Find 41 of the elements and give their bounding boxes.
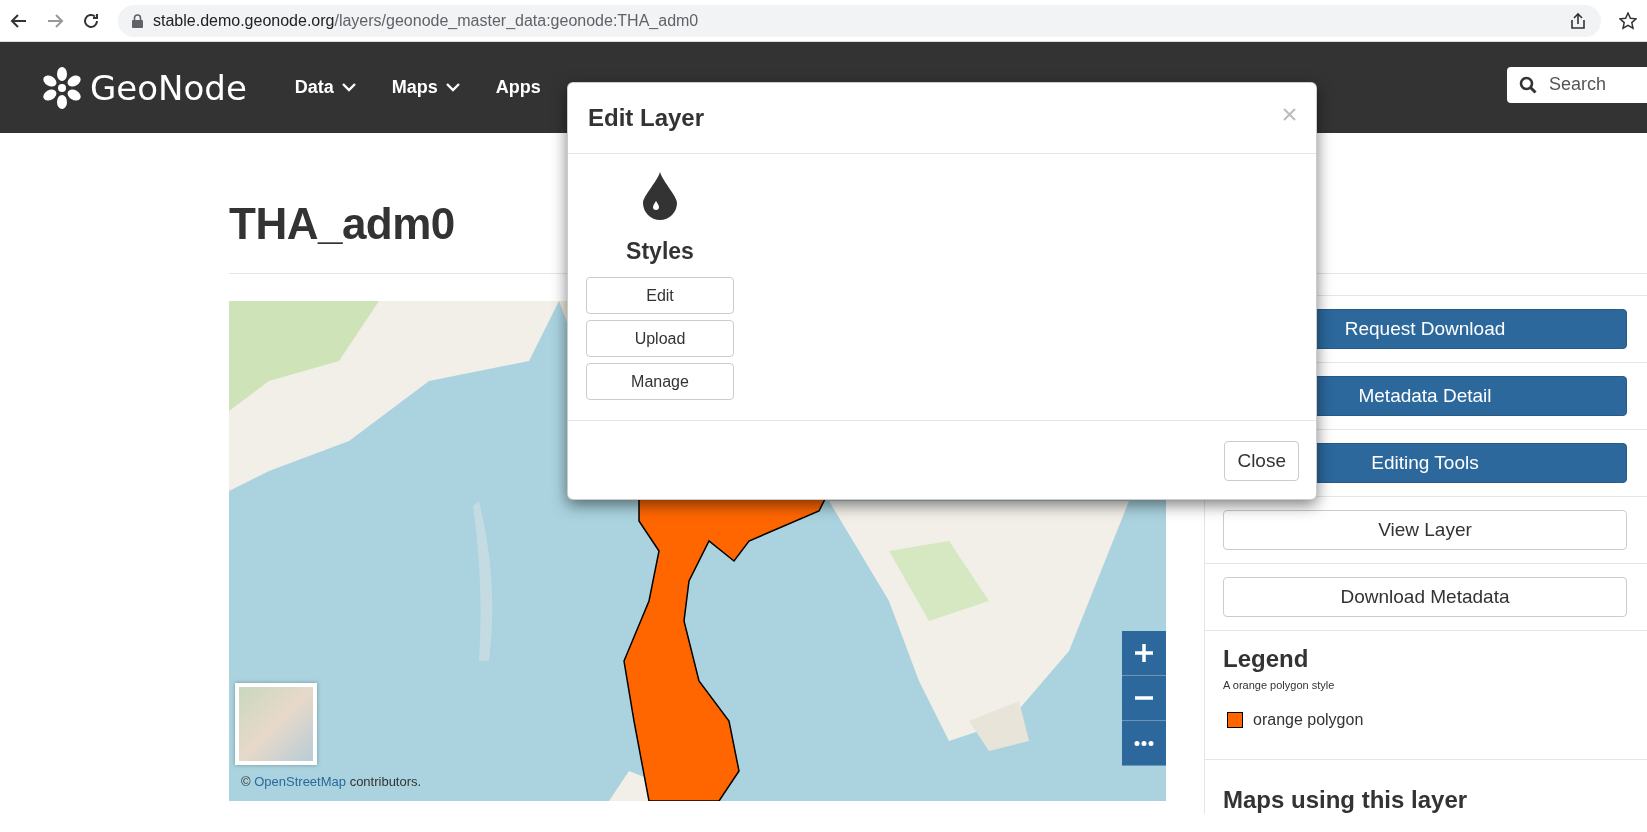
search-field[interactable]: Search bbox=[1507, 66, 1647, 103]
more-icon bbox=[1134, 740, 1154, 746]
star-icon[interactable] bbox=[1619, 11, 1637, 30]
reload-icon[interactable] bbox=[82, 11, 100, 30]
caret-icon bbox=[445, 83, 460, 92]
legend-subtitle: A orange polygon style bbox=[1223, 679, 1336, 691]
share-icon[interactable] bbox=[1569, 11, 1587, 30]
legend-heading: Legend bbox=[1223, 645, 1310, 673]
section-heading: Maps using this layer bbox=[1223, 786, 1469, 814]
url-host: stable.demo.geonode.org bbox=[153, 11, 335, 30]
plus-icon bbox=[1134, 643, 1154, 663]
zoom-in-button[interactable] bbox=[1122, 631, 1166, 676]
search-icon bbox=[1519, 75, 1537, 94]
map-attribution: © OpenStreetMap contributors. bbox=[241, 774, 422, 789]
zoom-out-button[interactable] bbox=[1122, 676, 1166, 721]
forward-icon[interactable] bbox=[46, 11, 64, 30]
caret-icon bbox=[341, 83, 356, 92]
minus-icon bbox=[1134, 696, 1154, 700]
action-button[interactable]: Download Metadata bbox=[1223, 577, 1627, 617]
page-title: THA_adm0 bbox=[229, 199, 455, 249]
nav-menu[interactable]: Data bbox=[276, 77, 374, 98]
style-button[interactable]: Edit bbox=[586, 277, 734, 314]
dialog-title: Edit Layer bbox=[588, 104, 705, 132]
style-button[interactable]: Upload bbox=[586, 320, 734, 357]
back-icon[interactable] bbox=[10, 11, 28, 30]
openstreetmap-link[interactable]: OpenStreetMap bbox=[254, 774, 346, 789]
logo-text: GeoNode bbox=[90, 67, 247, 108]
close-dialog-button[interactable]: Close bbox=[1224, 441, 1299, 481]
droplet-icon bbox=[643, 172, 677, 220]
legend-label: orange polygon bbox=[1253, 711, 1364, 729]
url-path: /layers/geonode_master_data:geonode:THA_adm0 bbox=[334, 11, 699, 30]
nav-menu[interactable]: Maps bbox=[373, 77, 478, 98]
lock-icon bbox=[132, 13, 143, 28]
action-button[interactable]: View Layer bbox=[1223, 510, 1627, 550]
nav-menu[interactable]: Apps bbox=[477, 77, 559, 98]
section-title: Styles bbox=[626, 238, 694, 265]
flower-logo-icon bbox=[40, 65, 84, 110]
more-button[interactable] bbox=[1122, 721, 1166, 766]
address-bar[interactable]: stable.demo.geonode.org/layers/geonode_master_data:geonode:THA_adm0 bbox=[118, 4, 1601, 37]
close-icon bbox=[1283, 107, 1296, 121]
style-button[interactable]: Manage bbox=[586, 363, 734, 400]
